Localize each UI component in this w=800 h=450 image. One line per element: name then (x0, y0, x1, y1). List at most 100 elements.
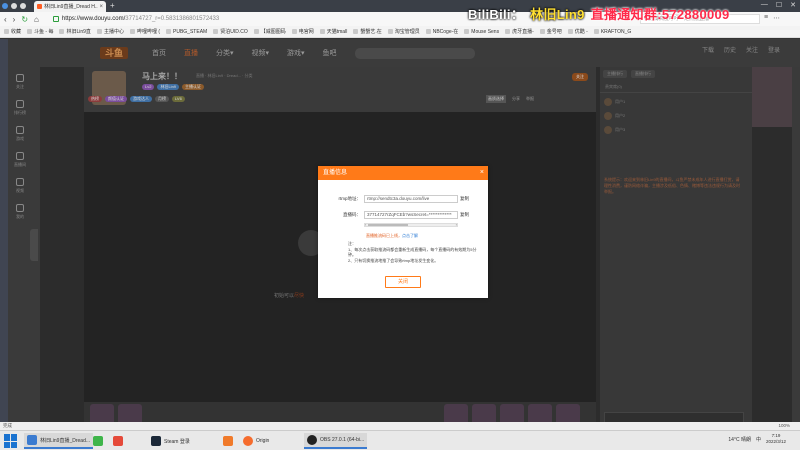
tab-live-rank[interactable]: 直播排行 (631, 70, 655, 78)
back-icon[interactable]: ‹ (4, 15, 7, 24)
bookmark-item[interactable]: NBCoge-在 (425, 28, 458, 35)
taskbar-app[interactable] (220, 433, 236, 449)
taskbar-app[interactable] (90, 433, 106, 449)
ime-indicator[interactable]: 中 (756, 436, 761, 443)
close-dialog-button[interactable]: 关闭 (385, 276, 421, 288)
bookmark-item[interactable]: 天猫tmall (319, 28, 347, 35)
sidebar-item-label: 游戏 (16, 136, 24, 141)
sidebar-item-label: 直播间 (14, 162, 26, 167)
taskbar-origin-label: Origin (256, 438, 270, 444)
key-field-scrollbar[interactable]: ‹ › (364, 222, 458, 227)
maximize-button[interactable]: ☐ (776, 1, 782, 9)
browser-app-icons (2, 1, 32, 11)
history-link[interactable]: 历史 (724, 45, 736, 54)
zoom-level[interactable]: 100% (778, 422, 790, 430)
new-tab-button[interactable]: + (110, 1, 115, 10)
bookmark-item[interactable]: 虎牙直播- (505, 28, 534, 35)
copy-rtmp-button[interactable]: 复制 (460, 196, 469, 202)
bookmark-item[interactable]: 收藏 (4, 28, 21, 35)
forward-icon[interactable]: › (13, 15, 16, 24)
taskbar-obs[interactable]: OBS 27.0.1 (64-bi... (304, 433, 368, 449)
room-header: 马上来！！ 直播 · 林旧Lin9 · Dread... · 分类 Lv2 林旧… (84, 67, 596, 112)
room-title: 马上来！！ (142, 72, 182, 81)
nav-home[interactable]: 首页 (152, 48, 166, 58)
menu-icon[interactable]: ≡ (764, 14, 768, 22)
report-button[interactable]: 举报 (526, 96, 534, 102)
bookmark-item[interactable]: 金号吧 (539, 28, 562, 35)
url-field[interactable]: https://www.douyu.com/ 37714727_r=0.5831… (52, 14, 283, 24)
quality-button[interactable]: 画质选择 (486, 95, 506, 103)
learn-more-link[interactable]: 点击了解 (402, 233, 418, 238)
taskbar-origin[interactable]: Origin (240, 433, 272, 449)
home-icon[interactable]: ⌂ (34, 15, 39, 24)
bookmark-item[interactable]: 电官网 (291, 28, 314, 35)
nav-category[interactable]: 分类▾ (216, 48, 234, 58)
start-button[interactable] (4, 434, 18, 448)
side-poster[interactable] (752, 67, 792, 127)
bookmark-label: Mouse Sens (471, 28, 500, 35)
extension-icon[interactable]: ⋯ (773, 14, 780, 22)
follow-link[interactable]: 关注 (746, 45, 758, 54)
clock[interactable]: 7:19 2022/3/12 (766, 433, 786, 445)
nav-links: 首页 直播 分类▾ 视频▾ 游戏▾ 鱼吧 (152, 48, 337, 58)
stream-key-field[interactable]: 37714727rZqFCEb?wsSecret=************* (364, 211, 458, 219)
bookmark-item[interactable]: PUBG_STEAM (166, 29, 207, 35)
bookmark-item[interactable]: 贤泊UID.CO (213, 28, 248, 35)
sidebar-item-label: 视频 (16, 188, 24, 193)
browser-tab[interactable]: 林旧Lin9直播_Dread H... × (34, 1, 106, 12)
close-window-button[interactable]: ✕ (790, 1, 796, 9)
sidebar-collapse-handle[interactable] (30, 229, 38, 261)
taskbar-obs-label: OBS 27.0.1 (64-bi... (320, 437, 365, 443)
bookmark-item[interactable]: 【威图图码 (253, 28, 286, 35)
list-item[interactable]: 用户3 (604, 123, 748, 137)
site-search-input[interactable] (354, 47, 475, 59)
bookmark-item[interactable]: 淘宝管理员 (387, 28, 420, 35)
bookmark-item[interactable]: Mouse Sens (464, 29, 499, 35)
follow-button[interactable]: 关注 (572, 73, 588, 81)
player-message-text: 初始可以 (274, 293, 295, 299)
taskbar-steam[interactable]: Steam 登录 (148, 433, 193, 449)
top-right-links: 下载 历史 关注 登录 (702, 45, 780, 54)
scroll-left-icon[interactable]: ‹ (365, 222, 366, 227)
copy-key-button[interactable]: 复制 (460, 212, 469, 218)
url-path: 37714727_r=0.5831386801572433 (125, 16, 220, 22)
browser-icon (27, 435, 37, 445)
bookmark-label: 林旧Lin9直 (66, 29, 91, 35)
bookmark-item[interactable]: 优酷 - (567, 28, 588, 35)
scroll-right-icon[interactable]: › (456, 222, 457, 227)
obs-icon (307, 435, 317, 445)
note-1: 1、每次点击获取推流码都会重新生成直播码，每个直播码的有效期为5分钟。 (348, 246, 477, 258)
minimize-button[interactable]: — (761, 1, 768, 9)
douyu-logo[interactable]: 斗鱼 (100, 47, 128, 59)
tab-anchor-rank[interactable]: 主播排行 (603, 70, 627, 78)
taskbar-app[interactable] (110, 433, 126, 449)
rtmp-field[interactable]: rtmp://sendtc3a.douyu.com/live (364, 195, 458, 203)
share-button[interactable]: 分享 (512, 96, 520, 102)
close-tab-icon[interactable]: × (99, 4, 103, 10)
bookmark-item[interactable]: 主播中心 (96, 28, 124, 35)
weather-text[interactable]: 14°C 晴朗 (728, 436, 751, 443)
user-avatar-icon (604, 126, 612, 134)
nav-game[interactable]: 游戏▾ (287, 48, 305, 58)
login-link[interactable]: 登录 (768, 45, 780, 54)
taskbar-browser[interactable]: 林旧Lin9直播_Dread... (24, 433, 94, 449)
bookmark-item[interactable]: 蟹蟹艺.在 (353, 28, 382, 35)
nav-live[interactable]: 直播 (184, 48, 198, 58)
streamer-name-tag[interactable]: 林旧Lin9 (157, 84, 180, 90)
url-host: https://www.douyu.com/ (61, 16, 126, 22)
list-item[interactable]: 用户2 (604, 109, 748, 123)
scroll-thumb[interactable] (368, 224, 408, 226)
nav-yuba[interactable]: 鱼吧 (323, 48, 337, 58)
user-avatar-icon (604, 112, 612, 120)
download-link[interactable]: 下载 (702, 45, 714, 54)
bookmark-item[interactable]: 林旧Lin9直 (59, 28, 91, 35)
bookmark-item[interactable]: 斗鱼 - 每 (27, 28, 53, 35)
list-item[interactable]: 用户1 (604, 95, 748, 109)
reload-icon[interactable]: ↻ (21, 15, 28, 24)
dialog-close-icon[interactable]: × (480, 166, 484, 180)
bookmark-icon (353, 29, 359, 34)
bookmark-item[interactable]: KRAFTON_G (593, 29, 631, 35)
taskbar-browser-label: 林旧Lin9直播_Dread... (40, 437, 91, 444)
nav-video[interactable]: 视频▾ (252, 48, 270, 58)
bookmark-item[interactable]: 哔哩哔哩 ( (129, 28, 160, 35)
